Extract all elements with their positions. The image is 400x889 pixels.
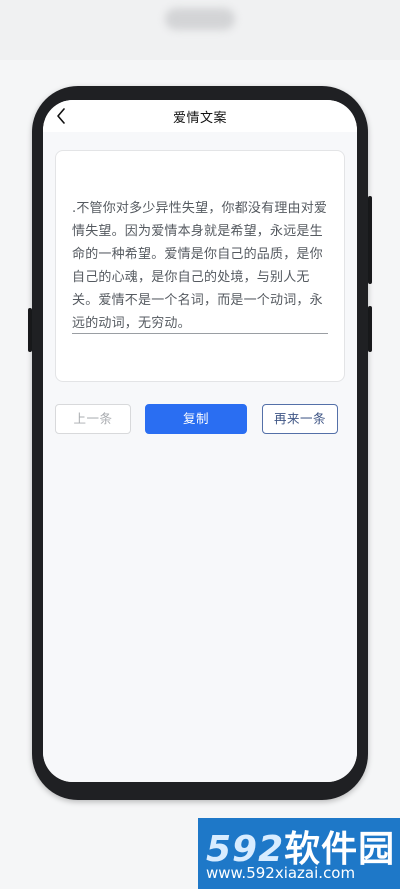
next-button[interactable]: 再来一条	[262, 404, 338, 434]
blurred-title	[165, 8, 235, 30]
phone-volume-button	[368, 196, 372, 284]
quote-text: .不管你对多少异性失望，你都没有理由对爱情失望。因为爱情本身就是希望，永远是生命…	[72, 201, 328, 331]
watermark-logo: 592软件园 www.592xiazai.com	[198, 818, 400, 889]
content-area: .不管你对多少异性失望，你都没有理由对爱情失望。因为爱情本身就是希望，永远是生命…	[43, 132, 357, 782]
watermark-url: www.592xiazai.com	[206, 864, 356, 882]
blurred-header	[0, 0, 400, 60]
phone-screen: 爱情文案 .不管你对多少异性失望，你都没有理由对爱情失望。因为爱情本身就是希望，…	[43, 100, 357, 782]
page-title: 爱情文案	[172, 111, 227, 126]
quote-divider	[72, 333, 328, 334]
phone-power-button	[368, 306, 372, 352]
quote-card: .不管你对多少异性失望，你都没有理由对爱情失望。因为爱情本身就是希望，永远是生命…	[55, 150, 345, 382]
previous-button[interactable]: 上一条	[55, 404, 131, 434]
page: 爱情文案 .不管你对多少异性失望，你都没有理由对爱情失望。因为爱情本身就是希望，…	[0, 0, 400, 889]
copy-button[interactable]: 复制	[145, 404, 247, 434]
nav-bar: 爱情文案	[43, 100, 357, 132]
